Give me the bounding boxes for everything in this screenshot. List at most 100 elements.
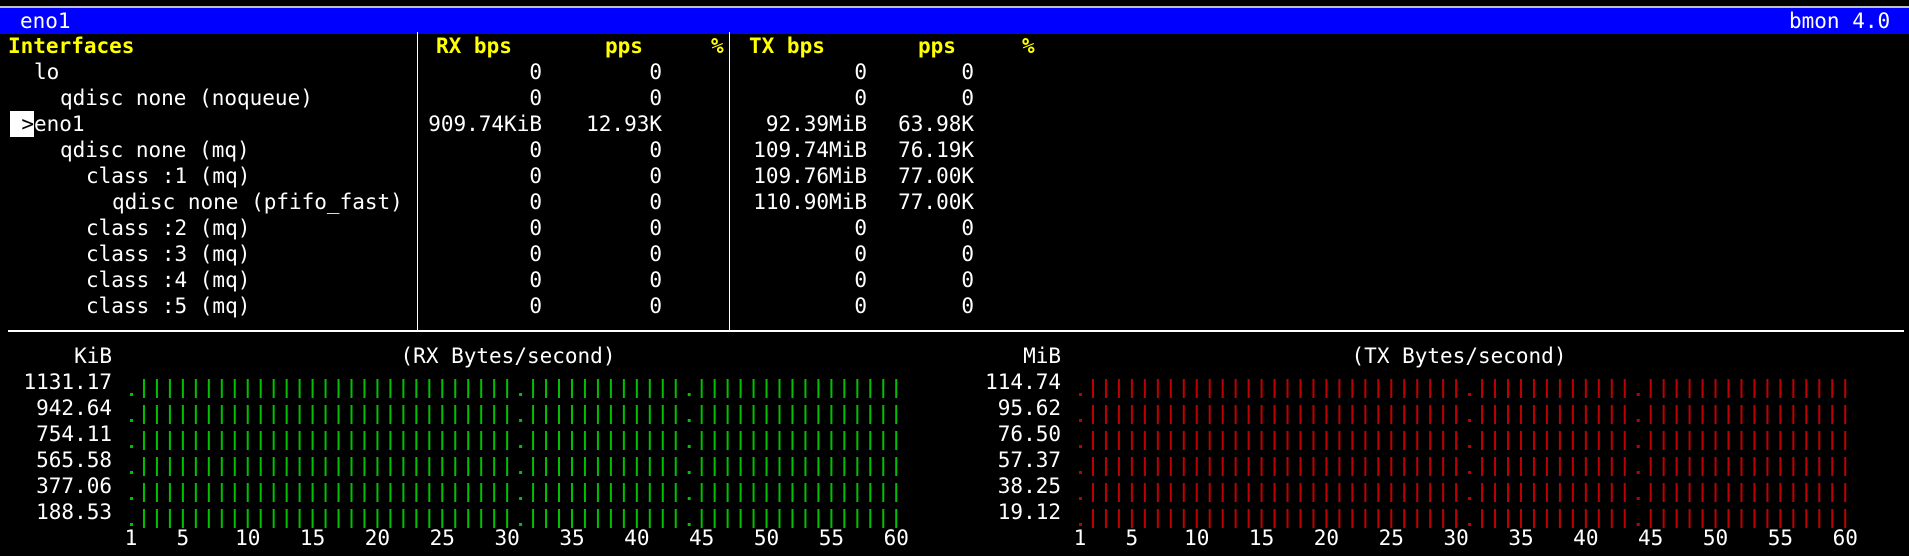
interface-row[interactable]: qdisc none (noqueue) 0 0 0 0 — [0, 85, 1909, 111]
graph-bar-segment — [1143, 483, 1146, 502]
graph-bar-segment — [311, 483, 314, 502]
graph-bar-segment — [726, 379, 729, 398]
interface-row[interactable]: class :3 (mq) 0 0 0 0 — [0, 241, 1909, 267]
graph-bar-segment — [441, 483, 444, 502]
graph-bar-segment — [739, 431, 742, 450]
interface-row[interactable]: lo 0 0 0 0 — [0, 59, 1909, 85]
interface-row[interactable]: class :4 (mq) 0 0 0 0 — [0, 267, 1909, 293]
graph-bar-segment — [1779, 457, 1782, 476]
graph-bar-segment — [1338, 405, 1341, 424]
graph-bar-segment — [272, 457, 275, 476]
graph-bar-segment — [467, 379, 470, 398]
graph-bar-segment — [181, 431, 184, 450]
graph-bar-segment — [233, 483, 236, 502]
graph-bar-segment — [765, 431, 768, 450]
graph-bar-segment — [674, 379, 677, 398]
graph-bar-segment — [1286, 431, 1289, 450]
graph-bar-segment — [726, 431, 729, 450]
graph-bar-segment — [1623, 379, 1626, 398]
graph-bar-segment — [1714, 457, 1717, 476]
interface-row[interactable]: qdisc none (pfifo_fast) 0 0 110.90MiB 77.00K — [0, 189, 1909, 215]
graph-bar-segment — [1753, 457, 1756, 476]
graph-bar-segment — [285, 431, 288, 450]
graph-bar-segment — [1286, 405, 1289, 424]
graph-bar-segment — [1247, 405, 1250, 424]
graph-bar-segment — [168, 483, 171, 502]
graph-bar-segment — [493, 405, 496, 424]
graph-bar-segment — [1364, 457, 1367, 476]
graph-bar-segment — [1818, 379, 1821, 398]
graph-bar-segment — [1481, 509, 1484, 528]
graph-bar-segment — [311, 457, 314, 476]
graph-bar-segment — [480, 483, 483, 502]
interface-row[interactable]: > eno1 909.74KiB 12.93K 92.39MiB 63.98K — [0, 111, 1909, 137]
graph-bar-segment — [752, 483, 755, 502]
graph-bar-segment — [441, 431, 444, 450]
graph-bar-segment — [778, 483, 781, 502]
graph-bar-segment — [1260, 457, 1263, 476]
graph-bar-segment — [752, 379, 755, 398]
interface-row[interactable]: class :5 (mq) 0 0 0 0 — [0, 293, 1909, 319]
graph-bar-segment — [843, 431, 846, 450]
graph-bar-segment — [1325, 405, 1328, 424]
graph-bar-segment — [402, 509, 405, 528]
graph-bar-segment — [1818, 483, 1821, 502]
graph-bar-segment — [726, 509, 729, 528]
graph-bar-segment — [661, 457, 664, 476]
interface-name: class :4 (mq) — [86, 268, 251, 292]
graph-bar-segment — [298, 379, 301, 398]
interface-row[interactable]: class :1 (mq) 0 0 109.76MiB 77.00K — [0, 163, 1909, 189]
graph-bar-segment — [1221, 483, 1224, 502]
graph-bar-segment — [1273, 379, 1276, 398]
graph-bar-segment — [882, 431, 885, 450]
graph-bar-segment — [1649, 405, 1652, 424]
graph-bar-segment — [1130, 431, 1133, 450]
graph-bar-segment — [1286, 483, 1289, 502]
graph-bar-segment — [1792, 457, 1795, 476]
graph-bar-segment — [363, 431, 366, 450]
graph-bar-segment — [1675, 509, 1678, 528]
interface-row[interactable]: qdisc none (mq) 0 0 109.74MiB 76.19K — [0, 137, 1909, 163]
graph-title: (RX Bytes/second) — [401, 344, 616, 368]
graph-bar-segment — [402, 379, 405, 398]
x-axis-label: 50 — [754, 526, 779, 550]
graph-empty-dot — [519, 497, 523, 500]
graph-bar-segment — [1169, 431, 1172, 450]
graph-bar-segment — [1221, 405, 1224, 424]
tx-bps-value: 109.74MiB — [753, 138, 867, 162]
graph-bar-segment — [168, 431, 171, 450]
graph-bar-segment — [1688, 509, 1691, 528]
graph-bar-segment — [817, 379, 820, 398]
graph-bar-segment — [1740, 457, 1743, 476]
x-axis-label: 15 — [1249, 526, 1274, 550]
graph-bar-segment — [609, 379, 612, 398]
graph-bar-segment — [752, 405, 755, 424]
graph-bar-segment — [1247, 457, 1250, 476]
graph-bar-segment — [1740, 483, 1743, 502]
graph-bar-segment — [441, 457, 444, 476]
graph-bar-segment — [1143, 405, 1146, 424]
graph-bar-segment — [1844, 431, 1847, 450]
graph-bar-segment — [1091, 405, 1094, 424]
graph-bar-segment — [1792, 379, 1795, 398]
graph-bar-segment — [259, 405, 262, 424]
graph-bar-segment — [1649, 379, 1652, 398]
x-axis-label: 1 — [1074, 526, 1087, 550]
graph-bar-segment — [246, 483, 249, 502]
graph-bar-segment — [596, 405, 599, 424]
graph-bar-segment — [843, 379, 846, 398]
graph-bar-segment — [1597, 483, 1600, 502]
graph-bar-segment — [259, 379, 262, 398]
graph-bar-segment — [467, 483, 470, 502]
graph-empty-dot — [1636, 471, 1640, 474]
graph-bar-segment — [1766, 405, 1769, 424]
graph-bar-segment — [765, 405, 768, 424]
graph-empty-dot — [130, 497, 133, 500]
graph-bar-segment — [1143, 509, 1146, 528]
graph-bar-segment — [765, 483, 768, 502]
interface-row[interactable]: class :2 (mq) 0 0 0 0 — [0, 215, 1909, 241]
graph-bar-segment — [869, 431, 872, 450]
graph-bar-segment — [895, 457, 898, 476]
x-axis-label: 50 — [1703, 526, 1728, 550]
graph-bar-segment — [1805, 431, 1808, 450]
